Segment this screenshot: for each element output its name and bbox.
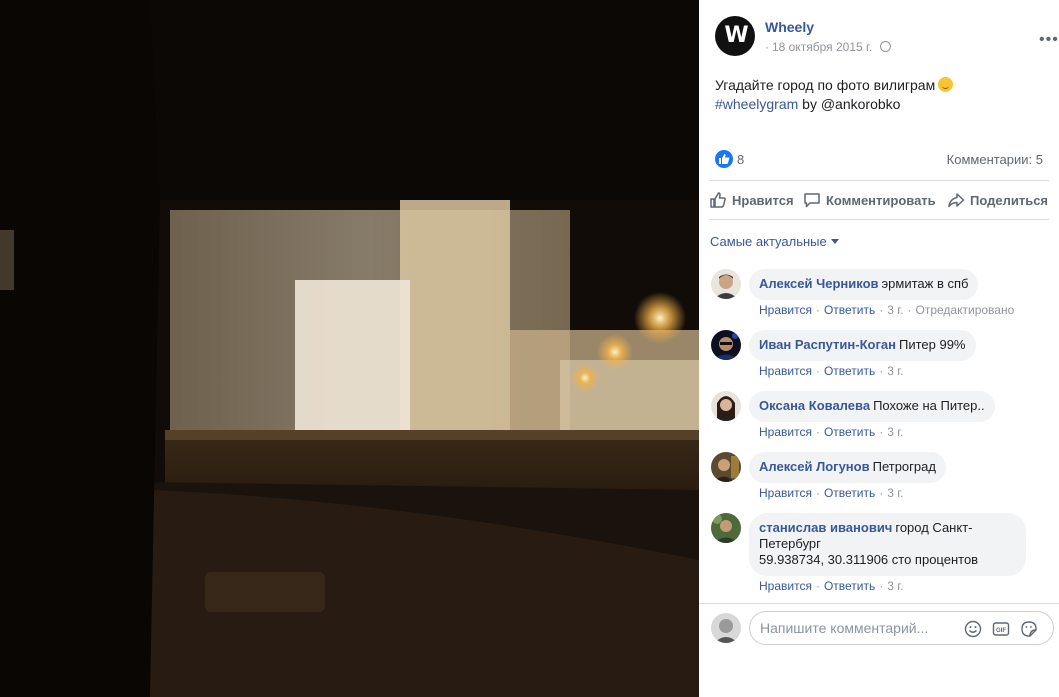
comment-sort-label: Самые актуальные [710, 234, 827, 249]
comment-author[interactable]: станислав иванович [759, 520, 892, 535]
comment-actions: Нравится · Ответить · 3 г. [759, 486, 904, 500]
like-reaction-icon[interactable] [715, 150, 733, 168]
comment-author[interactable]: Иван Распутин-Коган [759, 337, 896, 352]
post-side-panel: W Wheely · 18 октября 2015 г. ••• Угадайт… [699, 0, 1059, 697]
separator: · [879, 579, 884, 593]
sticker-icon[interactable] [1020, 620, 1038, 638]
comment-like-link[interactable]: Нравится [759, 303, 812, 317]
comment-author[interactable]: Оксана Ковалева [759, 398, 870, 413]
comment-like-link[interactable]: Нравится [759, 364, 812, 378]
comment-actions: Нравится · Ответить · 3 г. [759, 364, 904, 378]
meta-separator: · [765, 40, 769, 54]
separator: · [879, 486, 884, 500]
separator: · [815, 486, 820, 500]
post-text-line1: Угадайте город по фото вилиграм [715, 77, 936, 93]
comment-author[interactable]: Алексей Черников [759, 276, 879, 291]
comment-sort-dropdown[interactable]: Самые актуальные [710, 234, 839, 249]
comment-actions: Нравится · Ответить · 3 г. [759, 579, 904, 593]
separator: · [879, 425, 884, 439]
separator: · [907, 303, 912, 317]
post-meta: · 18 октября 2015 г. [765, 40, 891, 54]
page-avatar[interactable]: W [715, 16, 755, 56]
post-photo[interactable] [0, 0, 699, 697]
comment-time[interactable]: 3 г. [887, 425, 903, 439]
comment-icon [804, 193, 820, 208]
comment-bubble: Алексей Черников эрмитаж в спб [749, 269, 979, 300]
post-text: Угадайте город по фото вилиграм #wheelyg… [715, 76, 1045, 114]
comment-text-line2: 59.938734, 30.311906 сто процентов [759, 552, 979, 567]
like-button[interactable]: Нравится [709, 187, 794, 215]
avatar[interactable] [711, 452, 741, 482]
post-date[interactable]: 18 октября 2015 г. [772, 40, 872, 54]
comment-reply-link[interactable]: Ответить [824, 486, 875, 500]
comment-like-link[interactable]: Нравится [759, 579, 812, 593]
comment-time[interactable]: 3 г. [887, 486, 903, 500]
comment-reply-link[interactable]: Ответить [824, 303, 875, 317]
comment-time[interactable]: 3 г. [887, 364, 903, 378]
night-street-photo [0, 0, 699, 697]
like-button-label: Нравится [732, 193, 794, 208]
comment-time[interactable]: 3 г. [887, 579, 903, 593]
comment-actions: Нравится · Ответить · 3 г. [759, 425, 904, 439]
comment-input-box[interactable]: GIF [749, 611, 1054, 645]
comment-button-label: Комментировать [826, 193, 936, 208]
separator: · [815, 425, 820, 439]
comment-reply-link[interactable]: Ответить [824, 579, 875, 593]
separator: · [879, 364, 884, 378]
comment-text: Питер 99% [898, 337, 966, 352]
more-options-icon[interactable]: ••• [1039, 32, 1059, 48]
post-stats: 8 Комментарии: 5 [715, 148, 1043, 170]
divider [709, 219, 1049, 220]
share-icon [948, 193, 965, 208]
comment-text: Похоже на Питер.. [873, 398, 985, 413]
hashtag-link[interactable]: #wheelygram [715, 96, 798, 112]
thumbs-up-icon [710, 192, 726, 208]
avatar[interactable] [711, 391, 741, 421]
like-count[interactable]: 8 [737, 152, 744, 167]
svg-text:GIF: GIF [996, 628, 1006, 634]
comment-reply-link[interactable]: Ответить [824, 364, 875, 378]
comment-bubble: станислав иванович город Санкт-Петербург 5… [749, 513, 1026, 576]
page-name-link[interactable]: Wheely [765, 19, 814, 35]
avatar[interactable] [711, 330, 741, 360]
comment-composer: GIF [699, 603, 1059, 651]
edited-label[interactable]: Отредактировано [916, 303, 1015, 317]
globe-icon [879, 41, 891, 52]
post-text-by: by @ankorobko [802, 96, 901, 112]
post-actions: Нравится Комментировать Поделиться [707, 187, 1051, 215]
comment-like-link[interactable]: Нравится [759, 486, 812, 500]
comment-bubble: Алексей Логунов Петроград [749, 452, 946, 483]
emoji-picker-icon[interactable] [964, 620, 982, 638]
avatar[interactable] [711, 613, 741, 643]
comment-button[interactable]: Комментировать [803, 187, 936, 215]
comment-reply-link[interactable]: Ответить [824, 425, 875, 439]
separator: · [815, 364, 820, 378]
comment-text: Петроград [872, 459, 936, 474]
comment-bubble: Иван Распутин-Коган Питер 99% [749, 330, 976, 361]
avatar[interactable] [711, 269, 741, 299]
divider [709, 180, 1049, 181]
comment-author[interactable]: Алексей Логунов [759, 459, 870, 474]
caret-down-icon [830, 239, 839, 244]
gif-icon[interactable]: GIF [992, 620, 1010, 638]
share-button-label: Поделиться [970, 193, 1049, 208]
comments-count-link[interactable]: Комментарии: 5 [947, 152, 1043, 167]
share-button[interactable]: Поделиться [947, 187, 1048, 215]
comment-bubble: Оксана Ковалева Похоже на Питер.. [749, 391, 995, 422]
post-header: W Wheely · 18 октября 2015 г. ••• [715, 16, 1058, 60]
avatar[interactable] [711, 513, 741, 543]
comment-actions: Нравится · Ответить · 3 г. · Отредактировано [759, 303, 1014, 317]
separator: · [815, 303, 820, 317]
separator: · [815, 579, 820, 593]
comment-text: эрмитаж в спб [881, 276, 969, 291]
wink-emoji-icon [938, 77, 954, 92]
comment-like-link[interactable]: Нравится [759, 425, 812, 439]
comment-input[interactable] [760, 620, 960, 636]
separator: · [879, 303, 884, 317]
comment-time[interactable]: 3 г. [887, 303, 903, 317]
